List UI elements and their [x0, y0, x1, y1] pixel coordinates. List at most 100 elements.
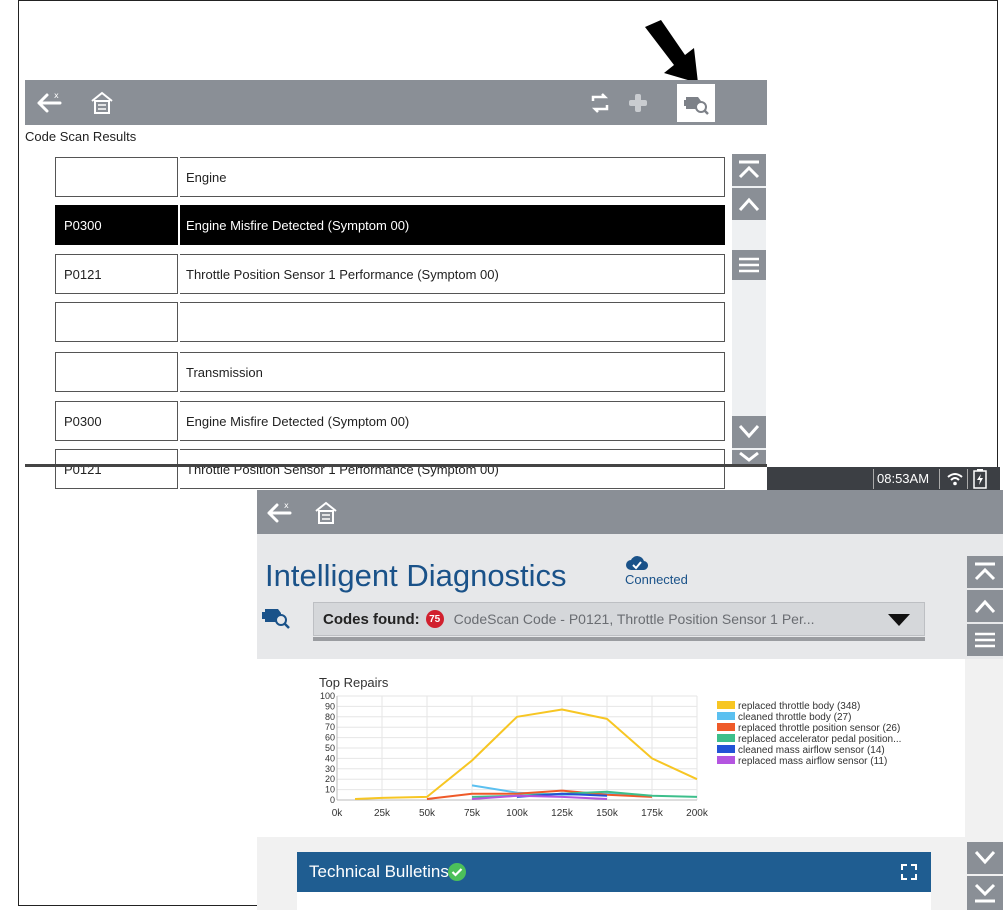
selected-code: CodeScan Code - P0121, Throttle Position…: [453, 611, 815, 627]
scrollbar[interactable]: [732, 154, 766, 466]
page-title: Intelligent Diagnostics: [265, 558, 567, 593]
code-cell: P0300: [55, 401, 178, 441]
scroll-down-icon[interactable]: [732, 416, 766, 448]
table-row[interactable]: Transmission: [55, 352, 725, 392]
legend-label: replaced accelerator pedal position...: [738, 734, 901, 745]
codes-found-label: Codes found:: [323, 610, 420, 628]
pointer-arrow-icon: [645, 20, 698, 83]
code-scan-icon: [262, 609, 290, 629]
technical-bulletins-title: Technical Bulletins: [309, 862, 449, 881]
description-cell: Engine: [180, 157, 725, 197]
chart-panel: Top Repairs 100 90 80 70 60 50 40 30 20 10 0 0k 25k 50…: [257, 659, 965, 837]
status-separator: [967, 469, 968, 489]
table-row[interactable]: P0121 Throttle Position Sensor 1 Perform…: [55, 254, 725, 294]
description-cell: Throttle Position Sensor 1 Performance (…: [180, 449, 725, 489]
y-tick-label: 60: [325, 733, 335, 743]
battery-icon: [973, 469, 987, 489]
description-cell: [180, 302, 725, 342]
toolbar: x: [25, 80, 767, 125]
x-tick-label: 100k: [506, 808, 529, 819]
x-tick-label: 150k: [596, 808, 619, 819]
table-row[interactable]: [55, 302, 725, 342]
y-tick-label: 40: [325, 753, 335, 763]
y-tick-label: 100: [320, 691, 335, 701]
scrollbar[interactable]: [967, 490, 1003, 910]
back-icon[interactable]: x: [35, 88, 65, 118]
scroll-up-icon[interactable]: [967, 590, 1003, 622]
scroll-up-icon[interactable]: [732, 188, 766, 220]
x-tick-label: 175k: [641, 808, 664, 819]
home-icon[interactable]: [87, 88, 117, 118]
y-tick-label: 90: [325, 701, 335, 711]
y-tick-label: 80: [325, 712, 335, 722]
code-cell: [55, 302, 178, 342]
table-row[interactable]: Engine: [55, 157, 725, 197]
legend-label: cleaned throttle body (27): [738, 712, 851, 723]
legend-label: replaced mass airflow sensor (11): [738, 756, 887, 767]
svg-text:x: x: [54, 91, 59, 100]
y-tick-label: 10: [325, 785, 335, 795]
scroll-top-icon[interactable]: [732, 154, 766, 186]
y-tick-label: 0: [330, 795, 335, 805]
technical-bulletins-panel: Technical Bulletins: [297, 852, 931, 912]
y-tick-label: 70: [325, 722, 335, 732]
legend-label: replaced throttle position sensor (26): [738, 723, 900, 734]
chevron-down-icon[interactable]: [888, 614, 910, 626]
description-cell: Engine Misfire Detected (Symptom 00): [180, 401, 725, 441]
description-cell: Transmission: [180, 352, 725, 392]
code-cell: P0121: [55, 254, 178, 294]
legend-swatch: [717, 734, 735, 742]
x-tick-label: 50k: [419, 808, 436, 819]
chart-title: Top Repairs: [319, 675, 389, 690]
x-tick-label: 125k: [551, 808, 574, 819]
series-line: [354, 708, 698, 800]
wifi-icon: [947, 473, 963, 486]
description-cell: Engine Misfire Detected (Symptom 00): [180, 205, 725, 245]
refresh-icon[interactable]: [585, 88, 615, 118]
table-row[interactable]: P0121 Throttle Position Sensor 1 Perform…: [55, 449, 725, 489]
status-bar: 08:53AM: [767, 467, 1000, 492]
legend-swatch: [717, 701, 735, 709]
vehicle-system-icon[interactable]: [623, 88, 653, 118]
legend-swatch: [717, 723, 735, 731]
scroll-top-icon[interactable]: [967, 556, 1003, 588]
codes-found-dropdown[interactable]: Codes found: 75 CodeScan Code - P0121, T…: [313, 602, 925, 636]
code-scan-icon[interactable]: [677, 84, 715, 122]
expand-icon[interactable]: [901, 864, 917, 880]
back-icon[interactable]: x: [265, 498, 295, 528]
y-tick-label: 50: [325, 743, 335, 753]
legend-swatch: [717, 756, 735, 764]
page-title: Code Scan Results: [25, 129, 137, 144]
scroll-bottom-icon[interactable]: [967, 876, 1003, 910]
check-circle-icon: [448, 863, 466, 881]
legend-label: cleaned mass airflow sensor (14): [738, 745, 885, 756]
intelligent-diagnostics-screen: x Intelligent Diagnostics Connected Code…: [257, 490, 1003, 912]
technical-bulletins-header[interactable]: Technical Bulletins: [297, 852, 931, 892]
legend-label: replaced throttle body (348): [738, 701, 860, 712]
description-cell: Throttle Position Sensor 1 Performance (…: [180, 254, 725, 294]
x-tick-label: 0k: [332, 808, 344, 819]
x-tick-label: 200k: [686, 808, 709, 819]
cloud-check-icon: [626, 556, 648, 571]
table-row-selected[interactable]: P0300 Engine Misfire Detected (Symptom 0…: [55, 205, 725, 245]
scroll-down-icon[interactable]: [967, 842, 1003, 874]
legend-swatch: [717, 745, 735, 753]
status-separator: [939, 469, 940, 489]
scroll-thumb-icon[interactable]: [967, 624, 1003, 656]
legend-swatch: [717, 712, 735, 720]
code-cell: P0300: [55, 205, 178, 245]
code-cell: [55, 352, 178, 392]
scroll-thumb-icon[interactable]: [732, 250, 766, 280]
code-cell: [55, 157, 178, 197]
status-separator: [873, 469, 874, 489]
x-tick-label: 25k: [374, 808, 391, 819]
toolbar: x: [257, 490, 1003, 534]
code-cell: P0121: [55, 449, 178, 489]
home-icon[interactable]: [311, 498, 341, 528]
dropdown-underline: [313, 637, 925, 641]
table-row[interactable]: P0300 Engine Misfire Detected (Symptom 0…: [55, 401, 725, 441]
clock: 08:53AM: [877, 471, 930, 486]
svg-text:x: x: [284, 501, 289, 510]
top-repairs-chart: Top Repairs10090807060504030201000k 25k 50…: [319, 675, 901, 819]
divider: [25, 464, 767, 467]
